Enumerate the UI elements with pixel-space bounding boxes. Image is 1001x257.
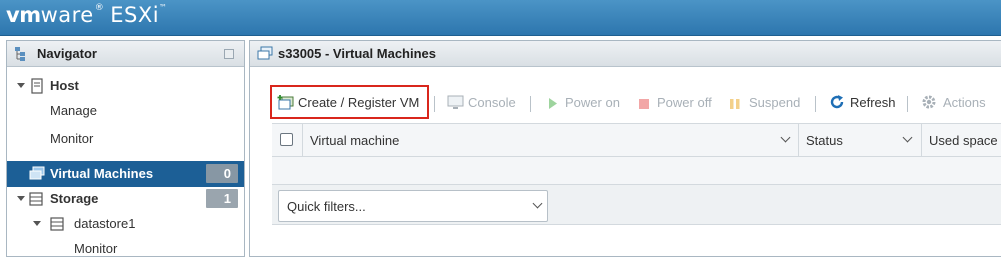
- column-header-label: Status: [806, 133, 843, 148]
- caret-down-icon[interactable]: [17, 196, 25, 201]
- toolbar-label: Console: [468, 95, 516, 110]
- tree-item-host-monitor[interactable]: Monitor: [7, 126, 244, 152]
- grid-empty-row: [272, 157, 1001, 185]
- toolbar-separator: [907, 96, 908, 112]
- main-panel: s33005 - Virtual Machines Create / Regis…: [249, 40, 1001, 257]
- refresh-button[interactable]: Refresh: [829, 85, 899, 119]
- column-header-status[interactable]: Status: [799, 124, 921, 156]
- tree-item-virtual-machines[interactable]: Virtual Machines 0: [7, 161, 244, 187]
- navigator-header: Navigator: [7, 41, 244, 67]
- top-banner: vmware® ESXi™: [0, 0, 1001, 36]
- toolbar-label: Refresh: [850, 95, 896, 110]
- console-icon: [447, 94, 465, 113]
- tree-item-manage[interactable]: Manage: [7, 98, 244, 124]
- chevron-down-icon[interactable]: [780, 132, 791, 143]
- console-button[interactable]: Console: [447, 85, 522, 119]
- host-icon: [31, 78, 43, 97]
- quick-filters-dropdown[interactable]: Quick filters...: [278, 190, 548, 222]
- tree-item-label: Host: [50, 78, 79, 93]
- tree-item-datastore-monitor[interactable]: Monitor: [7, 236, 244, 256]
- play-icon: [548, 97, 558, 112]
- tree-item-label: Storage: [50, 191, 99, 206]
- actions-button[interactable]: Actions: [921, 85, 996, 119]
- select-all-checkbox[interactable]: [280, 133, 293, 146]
- toolbar-label: Power off: [657, 95, 712, 110]
- toolbar-label: Create / Register VM: [298, 95, 420, 110]
- virtual-machines-icon: [257, 46, 273, 63]
- datastore-icon: [50, 217, 64, 234]
- pause-icon: [730, 97, 740, 112]
- vmware-esxi-logo: vmware® ESXi™: [6, 3, 168, 27]
- vm-count-badge: 0: [206, 164, 238, 183]
- tree-item-datastore1[interactable]: datastore1: [7, 211, 244, 237]
- refresh-icon: [829, 94, 845, 113]
- tree-item-label: Monitor: [74, 241, 118, 256]
- select-all-cell: [272, 124, 302, 156]
- power-off-button[interactable]: Power off: [639, 85, 719, 119]
- navigator-title: Navigator: [37, 46, 97, 61]
- caret-down-icon[interactable]: [33, 221, 41, 226]
- toolbar-label: Power on: [565, 95, 620, 110]
- column-header-used-space[interactable]: Used space: [922, 124, 1001, 156]
- toolbar: Create / Register VM Console Power on Po…: [250, 85, 1001, 119]
- tree-item-label: datastore1: [74, 216, 136, 231]
- column-header-label: Used space: [929, 133, 998, 148]
- storage-count-badge: 1: [206, 189, 238, 208]
- stop-icon: [639, 97, 649, 112]
- quick-filters-label: Quick filters...: [287, 199, 366, 214]
- tree-item-storage[interactable]: Storage 1: [7, 186, 244, 212]
- page-title: s33005 - Virtual Machines: [278, 46, 437, 61]
- tree-item-label: Manage: [50, 103, 97, 118]
- navigator-icon: [14, 46, 30, 65]
- suspend-button[interactable]: Suspend: [730, 85, 810, 119]
- power-on-button[interactable]: Power on: [548, 85, 623, 119]
- main-header: s33005 - Virtual Machines: [250, 41, 1001, 67]
- toolbar-separator: [434, 96, 435, 112]
- column-header-virtual-machine[interactable]: Virtual machine: [303, 124, 798, 156]
- navigator-panel: Navigator Host Manage Monitor Virtual Ma…: [6, 40, 245, 257]
- filter-area: Quick filters...: [272, 185, 1001, 225]
- storage-icon: [29, 192, 43, 209]
- column-header-label: Virtual machine: [310, 133, 400, 148]
- chevron-down-icon[interactable]: [902, 132, 913, 143]
- grid-header: Virtual machine Status Used space: [272, 123, 1001, 157]
- tree-item-host[interactable]: Host: [7, 73, 244, 99]
- virtual-machines-icon: [29, 166, 45, 183]
- create-register-vm-button[interactable]: Create / Register VM: [277, 85, 427, 119]
- chevron-down-icon: [532, 198, 543, 209]
- create-vm-icon: [277, 94, 295, 113]
- toolbar-separator: [815, 96, 816, 112]
- toolbar-label: Suspend: [749, 95, 801, 110]
- collapse-navigator-icon[interactable]: [224, 49, 234, 59]
- toolbar-label: Actions: [943, 95, 986, 110]
- tree-item-label: Virtual Machines: [50, 166, 154, 181]
- toolbar-separator: [530, 96, 531, 112]
- gear-icon: [921, 94, 937, 113]
- caret-down-icon[interactable]: [17, 83, 25, 88]
- tree-item-label: Monitor: [50, 131, 94, 146]
